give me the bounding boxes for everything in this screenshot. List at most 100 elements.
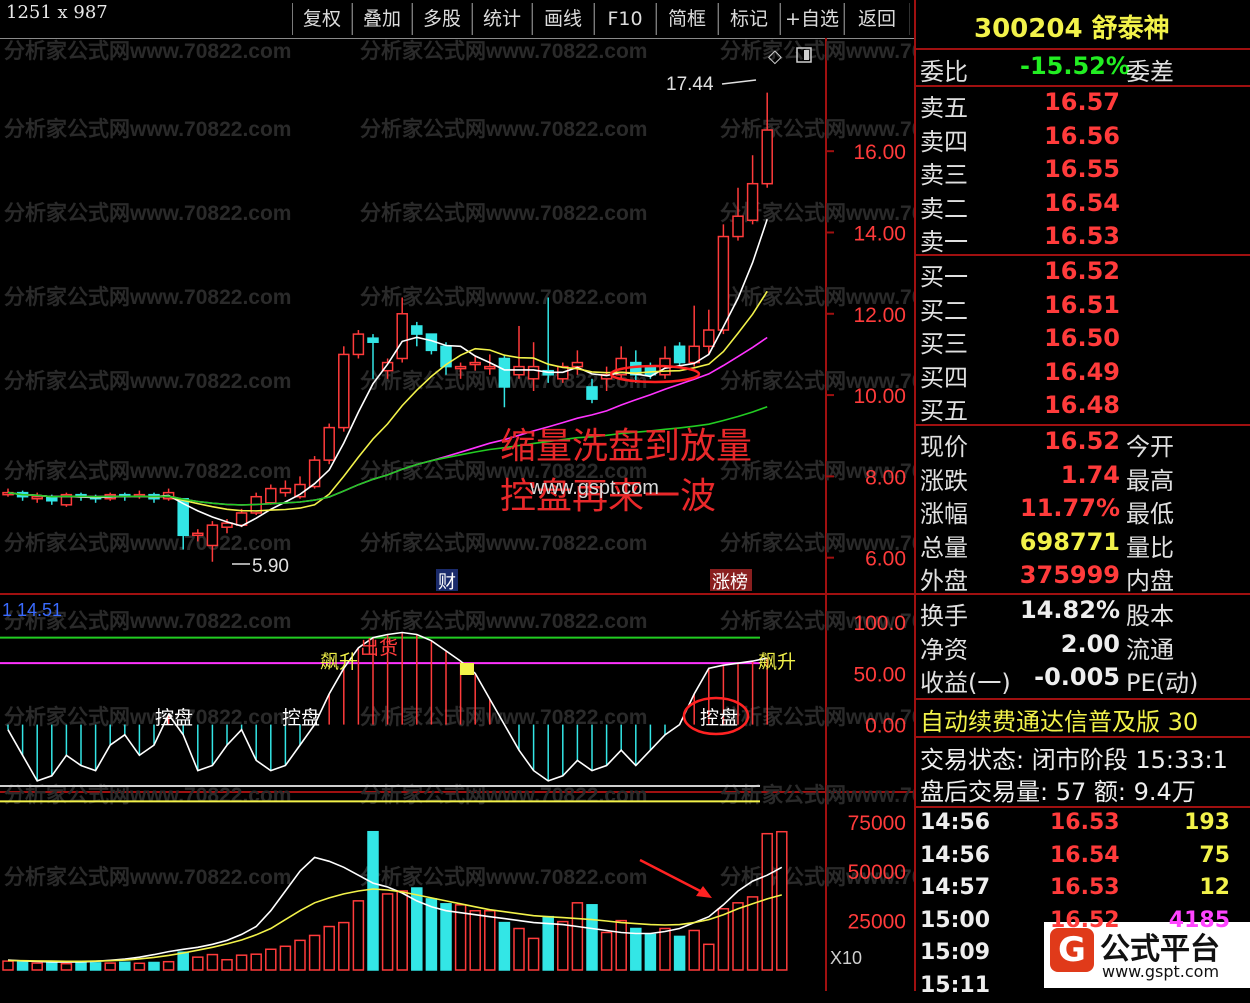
quote-row-4-label: 外盘 — [920, 567, 968, 595]
volume-bar — [323, 925, 335, 971]
volume-bar — [2, 960, 14, 971]
diamond-icon[interactable]: ◇ — [768, 46, 782, 67]
buy-level-1-label: 买一 — [920, 263, 968, 291]
watermark-text: 分析家公式网www.70822.com — [4, 285, 291, 309]
indicator-marker — [460, 663, 474, 675]
candle-body — [732, 215, 744, 238]
volume-bar — [542, 915, 554, 971]
buy-level-3-value: 16.50 — [1044, 324, 1120, 352]
candle-body — [265, 487, 277, 504]
order-ratio-label: 委比 — [920, 58, 968, 86]
candle-body — [440, 345, 452, 368]
event-zhangbang-text: 涨榜 — [712, 572, 748, 592]
quote-row-0-label2: 今开 — [1126, 433, 1174, 461]
tick-volume: 12 — [1199, 875, 1230, 900]
fund-row-2-label2: PE(动) — [1126, 669, 1199, 697]
watermark-text: 分析家公式网www.70822.com — [4, 201, 291, 225]
tick-time: 14:56 — [920, 842, 991, 868]
volume-bar — [148, 961, 160, 971]
toolbar-button-back[interactable]: 返回 — [844, 3, 910, 35]
stock-code-name: 300204 舒泰神 — [974, 14, 1170, 44]
indicator-axis-label: 100.0 — [853, 612, 906, 635]
buy-level-2-label: 买二 — [920, 296, 968, 325]
buy-level-4-value: 16.49 — [1044, 357, 1120, 386]
tick-price: 16.53 — [1050, 810, 1120, 835]
quote-row-3-value: 698771 — [1019, 527, 1120, 556]
candle-body — [396, 313, 408, 360]
watermark-text: 分析家公式网www.70822.com — [360, 285, 647, 309]
toolbar-button-tongji[interactable]: 统计 — [472, 3, 532, 35]
candle-body — [484, 365, 496, 370]
candle-body — [192, 532, 204, 537]
ad-banner[interactable]: 自动续费通达信普及版 30 — [920, 702, 1198, 737]
candle-body — [527, 365, 540, 380]
stock-header: 300204 舒泰神 — [916, 0, 1250, 48]
volume-bar — [498, 921, 511, 971]
kongpan-label: 控盘 — [155, 707, 193, 729]
quote-row-2-value: 11.77% — [1020, 494, 1120, 522]
volume-bar — [454, 904, 467, 971]
candle-body — [352, 333, 365, 356]
fund-row-1-label2: 流通 — [1126, 635, 1174, 664]
candle-body — [703, 329, 715, 348]
tick-time: 15:00 — [920, 907, 991, 933]
sell-level-1-value: 16.53 — [1044, 222, 1120, 250]
volume-bar — [688, 929, 700, 971]
toolbar-button-diejia[interactable]: 叠加 — [352, 3, 412, 35]
indicator-axis-label: 0.00 — [865, 715, 906, 738]
volume-bar — [396, 890, 408, 971]
fund-row-2-label: 收益(一) — [920, 669, 1011, 697]
toolbar-button-f10[interactable]: F10 — [594, 3, 656, 35]
price-axis-label: 8.00 — [865, 466, 906, 489]
kline-chart-area[interactable]: 分析家公式网www.70822.com 分析家公式网www.70822.com 分析… — [0, 38, 914, 991]
tick-volume: 75 — [1199, 842, 1230, 868]
event-cai-text: 财 — [438, 572, 456, 592]
watermark-text: 分析家公式网www.70822.com — [4, 117, 291, 141]
volume-bar — [60, 962, 73, 971]
volume-bar — [192, 956, 204, 971]
price-axis-label: 14.00 — [853, 222, 906, 245]
order-diff-label: 委差 — [1126, 58, 1174, 86]
volume-bar — [75, 961, 87, 971]
volume-bar — [673, 935, 686, 971]
fund-row-0-value: 14.82% — [1020, 596, 1120, 624]
sell-level-1-label: 卖一 — [920, 228, 968, 256]
watermark-text: 分析家公式网www.70822.com — [360, 531, 647, 555]
candle-body — [688, 345, 700, 364]
volume-bar — [527, 937, 540, 971]
buy-level-3-label: 买三 — [920, 330, 968, 358]
volume-bar — [235, 954, 248, 971]
volume-bar — [557, 920, 569, 971]
volume-bar — [381, 893, 394, 971]
watermark-text: 分析家公式网www.70822.com — [4, 369, 291, 393]
toolbar-button-biaoji[interactable]: 标记 — [718, 3, 780, 35]
tick-volume: 4185 — [1168, 907, 1230, 933]
volume-unit: X10 — [830, 948, 862, 968]
volume-bar — [703, 943, 715, 971]
toolbar-button-add-watchlist[interactable]: +自选 — [780, 3, 844, 35]
volume-bar — [89, 962, 102, 971]
candle-body — [469, 361, 481, 366]
toolbar-button-duogu[interactable]: 多股 — [412, 3, 472, 35]
toolbar: 1251 x 987 复权 叠加 多股 统计 画线 F10 简框 标记 +自选 … — [0, 0, 914, 39]
candle-body — [454, 365, 467, 370]
tick-volume: 193 — [1184, 810, 1230, 835]
toolbar-button-huaxian[interactable]: 画线 — [532, 3, 594, 35]
candle-body — [308, 459, 321, 488]
volume-bar — [206, 953, 219, 971]
toolbar-button-fuquan[interactable]: 复权 — [292, 3, 352, 35]
watermark-text: 分析家公式网www.70822.com — [360, 609, 647, 633]
watermark-text: 分析家公式网www.70822.com — [360, 39, 647, 63]
toolbar-button-jiankuang[interactable]: 简框 — [656, 3, 718, 35]
volume-bar — [338, 921, 350, 971]
volume-bar — [776, 830, 788, 971]
candle-body — [571, 361, 584, 368]
volume-bar — [440, 903, 452, 971]
volume-bar — [367, 830, 379, 971]
quote-row-0-label: 现价 — [920, 433, 968, 461]
high-price-label: 17.44 — [666, 74, 714, 95]
sell-level-2-value: 16.54 — [1044, 188, 1120, 217]
candle-body — [498, 357, 511, 388]
quote-row-3-label: 总量 — [920, 533, 968, 562]
volume-bar — [352, 900, 365, 971]
